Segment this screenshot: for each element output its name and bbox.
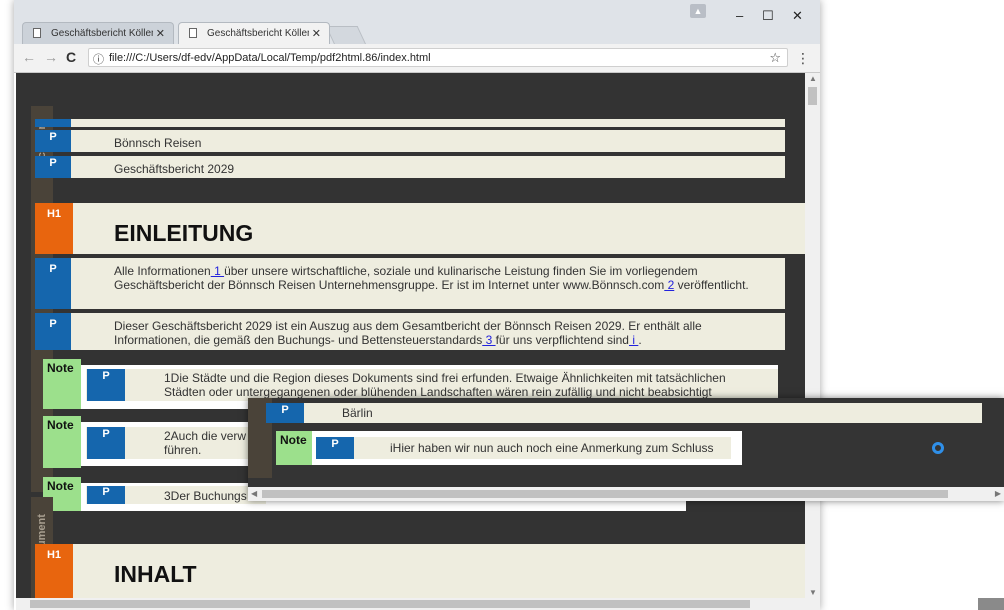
p-tag: P	[266, 403, 304, 423]
text: .	[638, 333, 642, 347]
horizontal-scrollbar[interactable]	[16, 598, 820, 610]
url-text: file:///C:/Users/df-edv/AppData/Local/Te…	[109, 52, 431, 64]
tab-1[interactable]: Geschäftsbericht Köllen ( ✕	[22, 22, 174, 44]
note-tag: Note	[43, 416, 81, 468]
paragraph-row	[266, 403, 982, 423]
forward-icon[interactable]: →	[44, 49, 58, 65]
text: für uns verpflichtend sind	[495, 333, 629, 347]
note-tag: Note	[276, 431, 314, 465]
paragraph-row	[35, 119, 785, 127]
page-content: Document P Bönnsch Reisen P Geschäftsber…	[16, 73, 805, 598]
close-tab-icon[interactable]: ✕	[156, 27, 165, 40]
tab-2-title: Geschäftsbericht Köllen R	[207, 28, 309, 39]
tab-2[interactable]: Geschäftsbericht Köllen R ✕	[178, 22, 330, 44]
maximize-button[interactable]: ☐	[762, 8, 774, 24]
note-text: iHier haben wir nun auch noch eine Anmer…	[390, 441, 714, 455]
note-2-text: 2Auch die verw führen.	[164, 429, 246, 457]
paragraph-text: Geschäftsbericht 2029	[114, 162, 235, 176]
scroll-down-icon[interactable]: ▼	[809, 588, 817, 597]
heading-inhalt: INHALT	[114, 561, 197, 587]
scroll-left-icon[interactable]: ◀	[251, 489, 257, 498]
p-tag: P	[87, 427, 125, 459]
menu-icon[interactable]: ⋮	[796, 50, 810, 67]
paragraph-2: Dieser Geschäftsbericht 2029 ist ein Aus…	[114, 319, 774, 347]
p-tag: P	[316, 437, 354, 459]
text: Alle Informationen	[114, 264, 211, 278]
scroll-thumb[interactable]	[808, 87, 817, 105]
footnote-link-2[interactable]: 2	[664, 278, 675, 292]
h1-tag: H1	[35, 203, 73, 254]
paragraph-text: Bönnsch Reisen	[114, 136, 202, 150]
document-icon	[33, 28, 41, 38]
footnote-link-1[interactable]: 1	[211, 264, 224, 278]
text: 2Auch die verw	[164, 429, 247, 443]
p-tag: P	[35, 258, 71, 309]
note-3-text: 3Der Buchungs	[164, 489, 247, 503]
p-tag: P	[35, 313, 71, 350]
back-icon[interactable]: ←	[22, 49, 36, 65]
reload-icon[interactable]: C	[66, 49, 76, 65]
p-tag	[35, 119, 71, 127]
bookmark-star-icon[interactable]: ☆	[769, 50, 781, 66]
browser-window: Geschäftsbericht Köllen ( ✕ Geschäftsber…	[14, 0, 820, 610]
paragraph-text: Bärlin	[342, 406, 373, 420]
scroll-thumb[interactable]	[30, 600, 750, 608]
new-tab-button[interactable]	[325, 26, 367, 45]
vertical-scrollbar[interactable]: ▲ ▼	[805, 73, 820, 598]
toolbar: ← → C ⓘ file:///C:/Users/df-edv/AppData/…	[14, 44, 820, 73]
paragraph-1: Alle Informationen 1 über unsere wirtsch…	[114, 264, 764, 292]
text: veröffentlicht.	[674, 278, 749, 292]
profile-icon[interactable]: ▲	[690, 4, 706, 18]
p-tag: P	[35, 156, 71, 178]
scroll-right-icon[interactable]: ▶	[995, 489, 1001, 498]
h1-tag: H1	[35, 544, 73, 598]
horizontal-scrollbar[interactable]: ◀ ▶	[248, 487, 1004, 501]
overlay-window: P Bärlin Note P iHier haben wir nun auch…	[248, 398, 1004, 501]
info-icon[interactable]: ⓘ	[93, 51, 104, 67]
tab-bar: Geschäftsbericht Köllen ( ✕ Geschäftsber…	[14, 0, 820, 45]
loading-cursor-icon	[932, 442, 944, 454]
p-tag: P	[87, 369, 125, 401]
note-1-text: 1Die Städte und die Region dieses Dokume…	[164, 371, 726, 399]
close-tab-icon[interactable]: ✕	[312, 27, 321, 40]
p-tag: P	[87, 486, 125, 504]
note-tag: Note	[43, 359, 81, 409]
scroll-thumb[interactable]	[262, 490, 948, 498]
heading-einleitung: EINLEITUNG	[114, 220, 254, 246]
address-bar[interactable]: ⓘ file:///C:/Users/df-edv/AppData/Local/…	[88, 48, 788, 67]
text: führen.	[164, 443, 202, 457]
footnote-link-3[interactable]: 3	[482, 333, 495, 347]
p-tag: P	[35, 130, 71, 152]
close-button[interactable]: ✕	[792, 8, 803, 24]
scroll-up-icon[interactable]: ▲	[809, 74, 817, 83]
footnote-link-i[interactable]: i	[629, 333, 638, 347]
tab-1-title: Geschäftsbericht Köllen (	[51, 28, 153, 39]
taskbar-corner	[978, 598, 1004, 610]
document-icon	[189, 28, 197, 38]
minimize-button[interactable]: –	[736, 8, 743, 23]
